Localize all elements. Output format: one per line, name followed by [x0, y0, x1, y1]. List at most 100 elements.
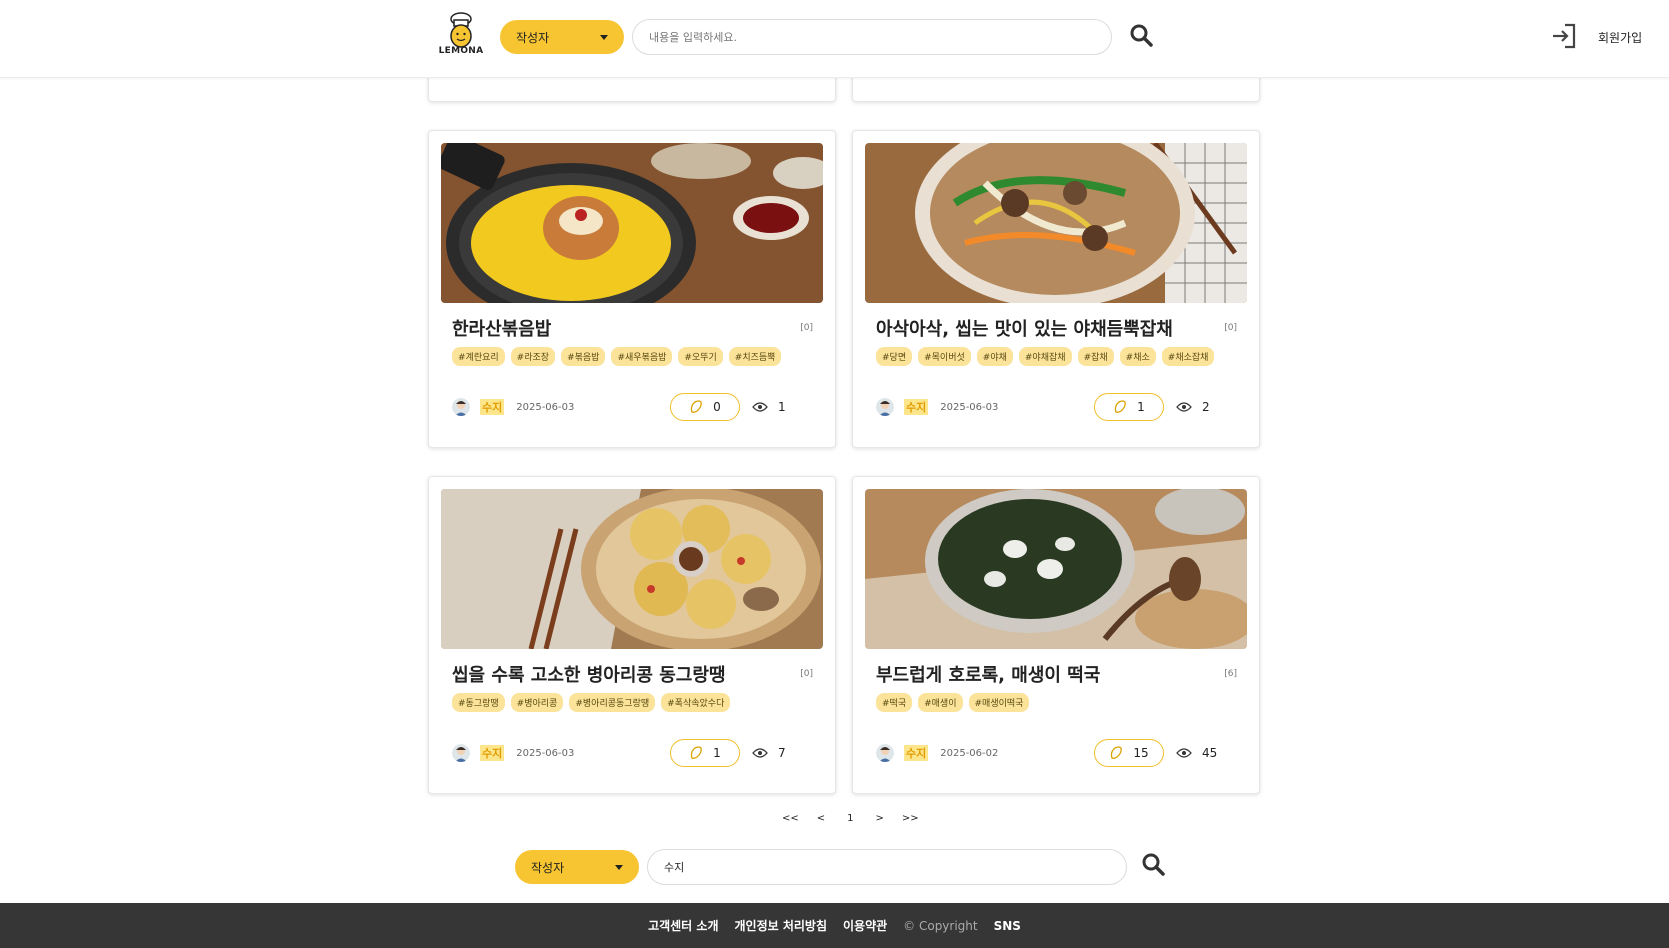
- tag[interactable]: #치즈듬뿍: [728, 347, 782, 366]
- post-date: 2025-06-03: [940, 401, 999, 413]
- recipe-card[interactable]: 한라산볶음밥 [0] #계란요리 #라조장 #볶음밥 #새우볶음밥 #오뚜기 #…: [428, 130, 836, 448]
- like-button[interactable]: 15: [1094, 739, 1164, 767]
- tag[interactable]: #목이버섯: [918, 347, 971, 366]
- recipe-title[interactable]: 부드럽게 호로록, 매생이 떡국: [876, 661, 1100, 687]
- avatar: [452, 744, 470, 762]
- lemon-chef-icon: [450, 12, 472, 48]
- recipe-title[interactable]: 아삭아삭, 씹는 맛이 있는 야채듬뿍잡채: [876, 315, 1173, 341]
- recipe-image[interactable]: [441, 143, 823, 303]
- search-input[interactable]: [632, 19, 1112, 55]
- tag[interactable]: #볶음밥: [561, 347, 606, 366]
- recipe-title[interactable]: 한라산볶음밥: [452, 315, 551, 341]
- eye-icon: [1176, 402, 1192, 412]
- tag[interactable]: #매생이: [918, 693, 963, 712]
- author-name[interactable]: 수지: [904, 399, 929, 415]
- search-type-select[interactable]: 작성자: [500, 20, 624, 54]
- tag[interactable]: #채소: [1119, 347, 1156, 366]
- recipe-image[interactable]: [865, 489, 1247, 649]
- recipe-title[interactable]: 씹을 수록 고소한 병아리콩 동그랑땡: [452, 661, 725, 687]
- bottom-search-type-select[interactable]: 작성자: [515, 850, 639, 884]
- login-icon[interactable]: [1550, 22, 1578, 50]
- like-count: 1: [713, 746, 721, 760]
- author-name[interactable]: 수지: [904, 745, 929, 761]
- tag[interactable]: #동그랑땡: [452, 693, 505, 712]
- lemon-icon: [1111, 746, 1123, 759]
- lemon-icon: [1114, 400, 1126, 413]
- avatar: [876, 398, 894, 416]
- like-count: 15: [1133, 746, 1149, 760]
- like-count: 0: [713, 400, 721, 414]
- bottom-search-input[interactable]: [647, 849, 1127, 885]
- footer-customer-center[interactable]: 고객센터 소개: [648, 917, 718, 934]
- tag[interactable]: #잡채: [1077, 347, 1114, 366]
- tag-list: #동그랑땡 #병아리콩 #병아리콩동그랑땡 #폭삭속았수다: [452, 693, 731, 712]
- comment-count: [0]: [1224, 323, 1237, 333]
- tag[interactable]: #야채잡채: [1018, 347, 1072, 366]
- post-date: 2025-06-03: [516, 747, 575, 759]
- recipe-card[interactable]: 아삭아삭, 씹는 맛이 있는 야채듬뿍잡채 [0] #당면 #목이버섯 #야채 …: [852, 130, 1260, 448]
- bottom-search-button[interactable]: [1141, 852, 1167, 878]
- tag[interactable]: #병아리콩: [510, 693, 564, 712]
- author-name[interactable]: 수지: [480, 745, 505, 761]
- logo-text: LEMONA: [438, 46, 484, 56]
- search-icon: [1130, 24, 1153, 47]
- comment-count: [6]: [1224, 669, 1237, 679]
- view-stat: 1: [752, 393, 786, 421]
- pagination: << < 1 > >>: [782, 813, 919, 824]
- view-count: 45: [1202, 746, 1218, 760]
- page-last[interactable]: >>: [902, 813, 919, 824]
- post-date: 2025-06-02: [940, 747, 999, 759]
- eye-icon: [752, 402, 768, 412]
- card-meta: 수지 2025-06-03 0 1: [452, 393, 822, 421]
- eye-icon: [752, 748, 768, 758]
- eye-icon: [1176, 748, 1192, 758]
- recipe-image[interactable]: [441, 489, 823, 649]
- recipe-card[interactable]: 부드럽게 호로록, 매생이 떡국 [6] #떡국 #매생이 #매생이떡국 수지 …: [852, 476, 1260, 794]
- page-1[interactable]: 1: [847, 813, 853, 824]
- tag[interactable]: #병아리콩동그랑땡: [569, 693, 656, 712]
- like-button[interactable]: 1: [670, 739, 740, 767]
- site-footer: 고객센터 소개 개인정보 처리방침 이용약관 © Copyright SNS: [0, 903, 1669, 948]
- footer-copyright: © Copyright: [903, 918, 978, 933]
- lemona-logo[interactable]: LEMONA: [438, 10, 484, 60]
- search-icon: [1142, 853, 1165, 876]
- tag[interactable]: #야채: [976, 347, 1013, 366]
- footer-terms[interactable]: 이용약관: [843, 917, 887, 934]
- tag-list: #당면 #목이버섯 #야채 #야채잡채 #잡채 #채소 #채소잡채: [876, 347, 1215, 366]
- recipe-card[interactable]: 씹을 수록 고소한 병아리콩 동그랑땡 [0] #동그랑땡 #병아리콩 #병아리…: [428, 476, 836, 794]
- view-count: 1: [778, 400, 786, 414]
- search-button[interactable]: [1129, 23, 1155, 49]
- comment-count: [0]: [800, 323, 813, 333]
- view-count: 2: [1202, 400, 1210, 414]
- page-prev[interactable]: <: [817, 813, 825, 824]
- caret-down-icon: [615, 864, 623, 870]
- view-stat: 45: [1176, 739, 1217, 767]
- tag[interactable]: #오뚜기: [678, 347, 723, 366]
- caret-down-icon: [600, 34, 608, 40]
- tag[interactable]: #계란요리: [452, 347, 505, 366]
- tag[interactable]: #당면: [876, 347, 913, 366]
- tag[interactable]: #매생이떡국: [968, 693, 1030, 712]
- view-count: 7: [778, 746, 786, 760]
- tag[interactable]: #라조장: [510, 347, 556, 366]
- tag[interactable]: #새우볶음밥: [611, 347, 673, 366]
- lemon-icon: [690, 746, 702, 759]
- footer-sns[interactable]: SNS: [994, 919, 1021, 933]
- tag[interactable]: #떡국: [876, 693, 913, 712]
- like-button[interactable]: 1: [1094, 393, 1164, 421]
- card-meta: 수지 2025-06-03 1 7: [452, 739, 822, 767]
- card-meta: 수지 2025-06-02 15 45: [876, 739, 1246, 767]
- footer-privacy[interactable]: 개인정보 처리방침: [734, 917, 827, 934]
- tag[interactable]: #채소잡채: [1161, 347, 1215, 366]
- bottom-search-type-label: 작성자: [531, 860, 565, 875]
- page-next[interactable]: >: [876, 813, 884, 824]
- card-meta: 수지 2025-06-03 1 2: [876, 393, 1246, 421]
- view-stat: 7: [752, 739, 786, 767]
- search-type-label: 작성자: [516, 30, 550, 45]
- tag[interactable]: #폭삭속았수다: [661, 693, 731, 712]
- author-name[interactable]: 수지: [480, 399, 505, 415]
- recipe-image[interactable]: [865, 143, 1247, 303]
- like-button[interactable]: 0: [670, 393, 740, 421]
- signup-link[interactable]: 회원가입: [1598, 29, 1642, 46]
- page-first[interactable]: <<: [782, 813, 799, 824]
